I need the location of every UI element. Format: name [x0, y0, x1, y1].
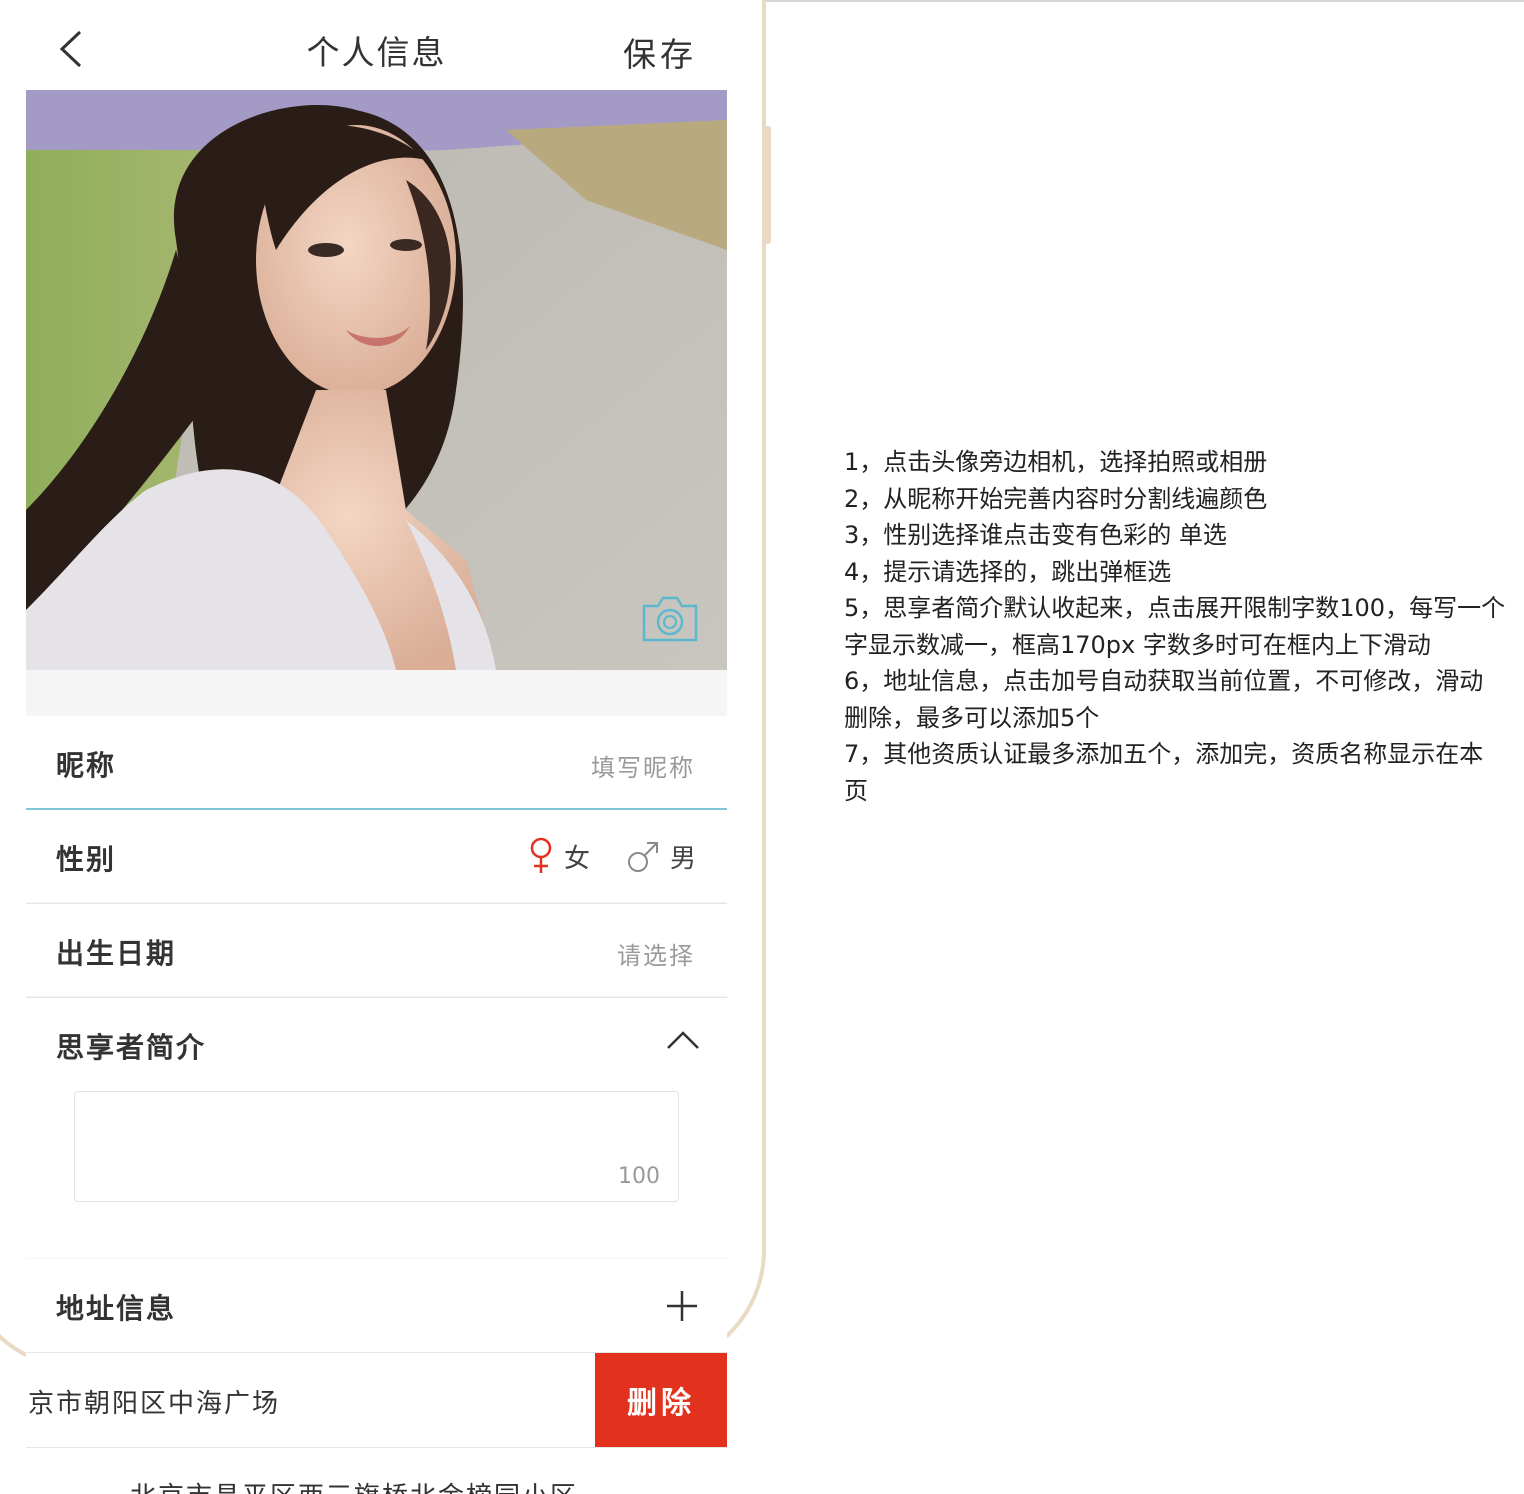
page-title: 个人信息 [306, 33, 447, 72]
phone-screen: 个人信息 保存 昵称 填写昵称 性别 女 男 出生日期 请选择 思享者简介 10… [26, 0, 727, 1494]
plus-icon[interactable] [665, 1289, 699, 1323]
address-text: 京市朝阳区中海广场 [28, 1389, 281, 1419]
birthday-label: 出生日期 [56, 937, 177, 970]
birthday-select[interactable]: 请选择 [617, 936, 695, 971]
gender-male-label: 男 [670, 843, 697, 874]
gender-label: 性别 [56, 843, 117, 876]
intro-label: 思享者简介 [56, 1031, 207, 1064]
address-list-item[interactable]: 北京市昌平区西三旗桥北金榜园小区 [26, 1448, 727, 1494]
address-row: 地址信息 [26, 1259, 727, 1353]
female-symbol-icon [530, 837, 552, 873]
note-item: 7，其他资质认证最多添加五个，添加完，资质名称显示在本页 [844, 740, 1484, 805]
save-button[interactable]: 保存 [623, 28, 697, 76]
nickname-label: 昵称 [56, 749, 117, 782]
gender-option-male[interactable]: 男 [626, 834, 696, 878]
note-item: 6，地址信息，点击加号自动获取当前位置，不可修改，滑动删除，最多可以添加5个 [844, 667, 1484, 732]
nickname-row[interactable]: 昵称 填写昵称 [26, 716, 727, 808]
nickname-input[interactable]: 填写昵称 [591, 748, 695, 783]
nav-bar: 个人信息 保存 [26, 0, 727, 90]
delete-button[interactable]: 删除 [595, 1353, 727, 1447]
top-rule [766, 0, 1524, 2]
address-text: 北京市昌平区西三旗桥北金榜园小区 [130, 1476, 578, 1494]
note-item: 2，从昵称开始完善内容时分割线遍颜色 [844, 484, 1268, 513]
phone-side-button [764, 126, 771, 244]
birthday-row[interactable]: 出生日期 请选择 [26, 904, 727, 996]
note-item: 5，思享者简介默认收起来，点击展开限制字数100，每写一个字显示数减一，框高17… [844, 594, 1506, 659]
camera-icon[interactable] [640, 594, 700, 644]
address-list-item[interactable]: 京市朝阳区中海广场 删除 [26, 1353, 727, 1447]
note-item: 3，性别选择谁点击变有色彩的 单选 [844, 521, 1227, 549]
note-item: 1，点击头像旁边相机，选择拍照或相册 [844, 448, 1268, 476]
address-label: 地址信息 [56, 1292, 177, 1325]
male-symbol-icon [628, 842, 658, 872]
gender-female-label: 女 [564, 843, 591, 874]
gender-row: 性别 女 男 [26, 810, 727, 902]
gender-option-female[interactable]: 女 [528, 834, 590, 878]
note-item: 4，提示请选择的，跳出弹框选 [844, 557, 1172, 586]
intro-char-counter: 100 [618, 1164, 660, 1189]
intro-textarea[interactable]: 100 [74, 1091, 679, 1202]
chevron-up-icon[interactable] [665, 1028, 701, 1052]
annotation-notes: 1，点击头像旁边相机，选择拍照或相册 2，从昵称开始完善内容时分割线遍颜色 3，… [844, 444, 1506, 809]
avatar-photo[interactable] [26, 90, 727, 670]
